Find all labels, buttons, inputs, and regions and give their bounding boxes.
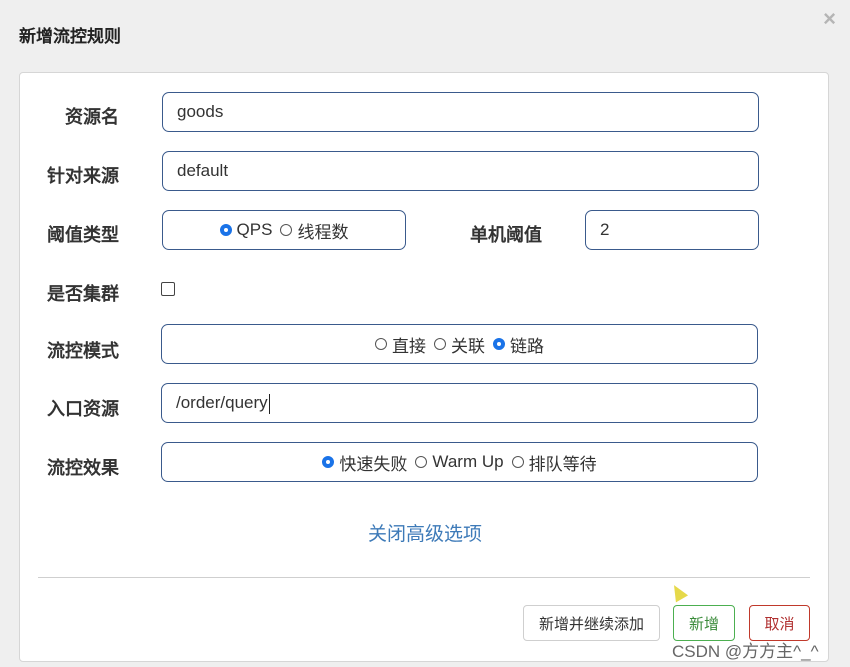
radio-selected-icon bbox=[322, 456, 335, 468]
radio-chain[interactable]: 链路 bbox=[493, 332, 544, 357]
radio-selected-icon bbox=[219, 224, 232, 236]
radio-queue[interactable]: 排队等待 bbox=[511, 450, 597, 475]
radio-unselected-icon bbox=[280, 224, 293, 236]
entry-resource-label: 入口资源 bbox=[47, 399, 119, 419]
radio-fail-fast-label: 快速失败 bbox=[339, 454, 408, 474]
radio-unselected-icon bbox=[511, 456, 524, 468]
radio-thread-count[interactable]: 线程数 bbox=[280, 218, 348, 243]
effect-label: 流控效果 bbox=[47, 458, 119, 478]
dialog-title: 新增流控规则 bbox=[19, 27, 121, 46]
radio-queue-label: 排队等待 bbox=[528, 454, 597, 474]
radio-qps-label: QPS bbox=[236, 220, 273, 239]
radio-unselected-icon bbox=[415, 456, 428, 468]
source-label: 针对来源 bbox=[47, 166, 119, 186]
radio-direct-label: 直接 bbox=[392, 336, 426, 356]
threshold-type-radio-group: QPS 线程数 bbox=[162, 210, 406, 250]
resource-name-label: 资源名 bbox=[65, 107, 119, 127]
single-threshold-label: 单机阈值 bbox=[470, 225, 542, 245]
cluster-checkbox[interactable] bbox=[161, 282, 175, 296]
effect-radio-group: 快速失败 Warm Up 排队等待 bbox=[161, 442, 758, 482]
radio-associated[interactable]: 关联 bbox=[434, 332, 485, 357]
radio-unselected-icon bbox=[434, 338, 446, 350]
single-threshold-input[interactable]: 2 bbox=[585, 210, 759, 250]
resource-name-input[interactable]: goods bbox=[162, 92, 759, 132]
radio-qps[interactable]: QPS bbox=[219, 220, 273, 240]
radio-thread-count-label: 线程数 bbox=[297, 222, 349, 242]
add-flow-rule-dialog: 新增流控规则 × 资源名 goods 针对来源 default 阈值类型 QPS… bbox=[0, 0, 850, 667]
radio-chain-label: 链路 bbox=[510, 336, 544, 356]
footer-divider bbox=[38, 577, 810, 578]
threshold-type-label: 阈值类型 bbox=[47, 225, 119, 245]
source-input[interactable]: default bbox=[162, 151, 759, 191]
text-caret bbox=[268, 393, 270, 414]
close-icon[interactable]: × bbox=[823, 8, 836, 30]
add-and-continue-button[interactable]: 新增并继续添加 bbox=[523, 605, 660, 641]
radio-fail-fast[interactable]: 快速失败 bbox=[322, 450, 407, 475]
cancel-button[interactable]: 取消 bbox=[749, 605, 810, 641]
flow-mode-radio-group: 直接 关联 链路 bbox=[161, 324, 758, 364]
radio-warm-up-label: Warm Up bbox=[432, 452, 504, 471]
radio-associated-label: 关联 bbox=[451, 336, 485, 356]
entry-resource-input[interactable]: /order/query bbox=[161, 383, 758, 423]
add-button[interactable]: 新增 bbox=[673, 605, 735, 641]
cluster-label: 是否集群 bbox=[47, 284, 119, 304]
radio-selected-icon bbox=[493, 338, 505, 350]
close-advanced-options-link[interactable]: 关闭高级选项 bbox=[0, 519, 850, 546]
radio-unselected-icon bbox=[375, 338, 387, 350]
radio-direct[interactable]: 直接 bbox=[375, 332, 426, 357]
watermark: CSDN @方方主^_^ bbox=[672, 642, 819, 661]
flow-mode-label: 流控模式 bbox=[47, 341, 119, 361]
radio-warm-up[interactable]: Warm Up bbox=[415, 452, 504, 472]
entry-resource-value: /order/query bbox=[176, 393, 268, 412]
